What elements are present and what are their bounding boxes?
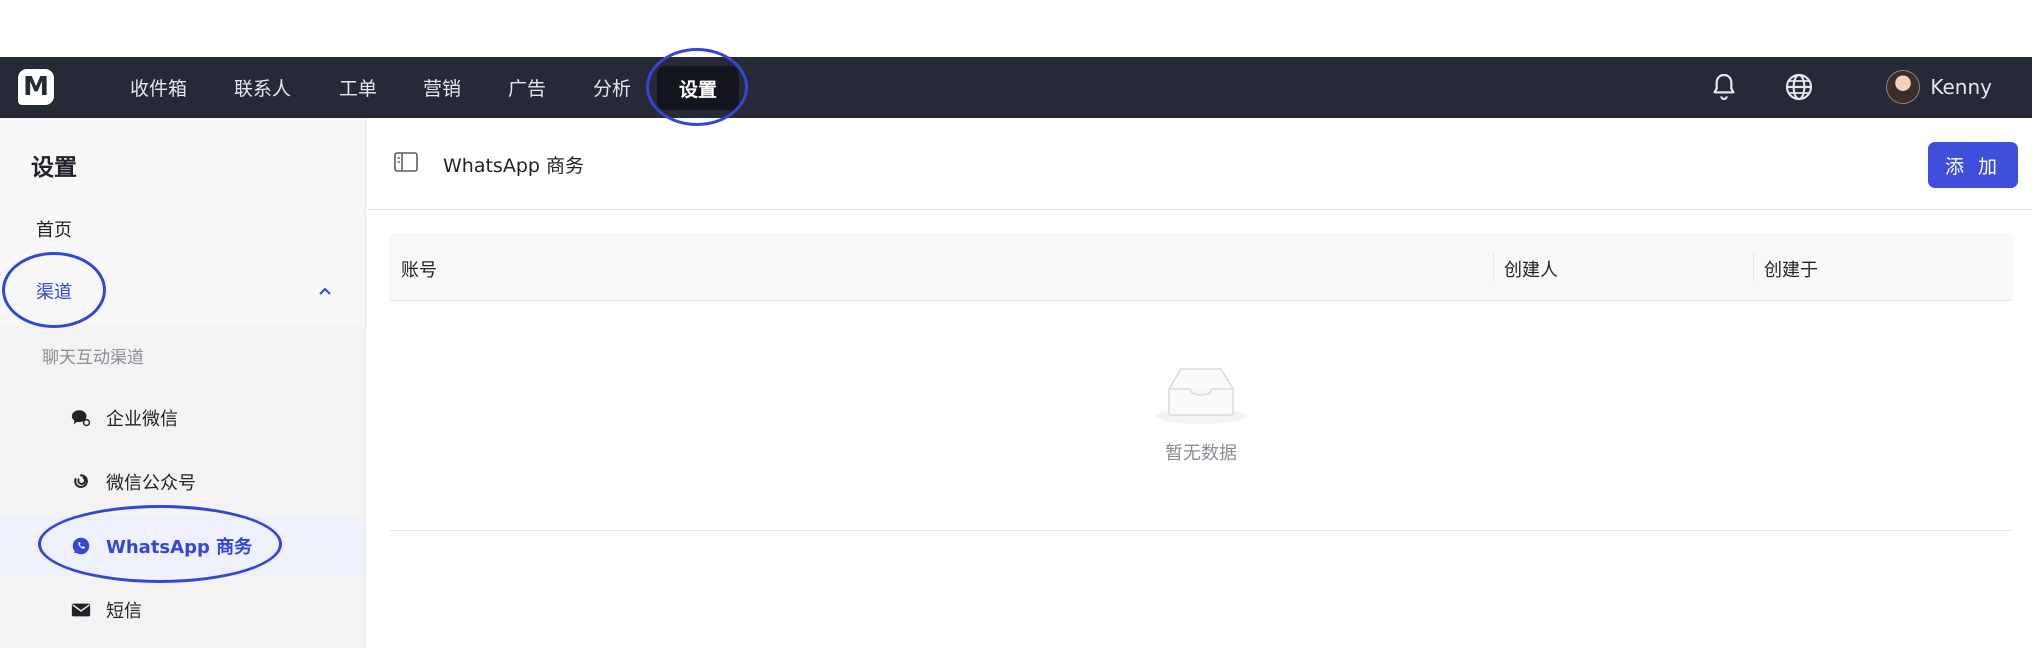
user-name: Kenny <box>1930 75 1992 99</box>
column-header-created-at[interactable]: 创建于 <box>1764 256 1818 282</box>
chevron-up-icon[interactable] <box>318 286 332 296</box>
settings-sidebar: 设置 首页 渠道 聊天互动渠道 企业微信 微信公众号 WhatsApp 商务 短… <box>0 118 366 648</box>
top-navigation-bar: M 收件箱 联系人 工单 营销 广告 分析 设置 Kenny <box>0 57 2032 118</box>
column-header-creator[interactable]: 创建人 <box>1504 256 1558 282</box>
column-header-account[interactable]: 账号 <box>401 256 437 282</box>
sidebar-item-label: 企业微信 <box>106 409 178 430</box>
empty-inbox-icon <box>1155 368 1247 424</box>
nav-item-settings[interactable]: 设置 <box>657 66 740 110</box>
sidebar-item-wechat-official[interactable]: 微信公众号 <box>0 452 365 512</box>
table-header: 账号 创建人 创建于 <box>389 233 2013 301</box>
page-title: WhatsApp 商务 <box>443 155 584 177</box>
nav-item-marketing[interactable]: 营销 <box>423 57 461 118</box>
empty-state-text: 暂无数据 <box>1165 443 1237 464</box>
sidebar-item-sms[interactable]: 短信 <box>0 580 365 640</box>
sidebar-group-channels[interactable]: 渠道 <box>0 274 366 326</box>
user-menu[interactable]: Kenny <box>1886 67 1992 107</box>
main-content: WhatsApp 商务 添 加 账号 创建人 创建于 暂无数据 <box>367 118 2032 648</box>
sidebar-item-whatsapp-business[interactable]: WhatsApp 商务 <box>0 516 365 576</box>
nav-item-tickets[interactable]: 工单 <box>339 57 377 118</box>
wechat-official-icon <box>70 471 92 493</box>
channels-submenu: 聊天互动渠道 企业微信 微信公众号 WhatsApp 商务 短信 <box>0 326 365 648</box>
content-header: WhatsApp 商务 添 加 <box>367 118 2032 210</box>
globe-icon[interactable] <box>1783 71 1815 103</box>
sidebar-item-label: WhatsApp 商务 <box>106 537 253 558</box>
avatar <box>1886 70 1921 104</box>
sidebar-toggle-icon[interactable] <box>394 152 418 172</box>
bell-icon[interactable] <box>1708 71 1740 103</box>
whatsapp-icon <box>70 535 92 557</box>
nav-item-analytics[interactable]: 分析 <box>593 57 631 118</box>
nav-item-inbox[interactable]: 收件箱 <box>130 57 187 118</box>
sidebar-item-home[interactable]: 首页 <box>36 216 72 242</box>
nav-item-ads[interactable]: 广告 <box>508 57 546 118</box>
sidebar-item-wechat-work[interactable]: 企业微信 <box>0 388 365 448</box>
chat-channels-label: 聊天互动渠道 <box>42 348 144 368</box>
sidebar-item-label: 微信公众号 <box>106 473 196 494</box>
app-logo[interactable]: M <box>18 69 54 105</box>
table-body: 暂无数据 <box>389 301 2013 531</box>
nav-item-contacts[interactable]: 联系人 <box>234 57 291 118</box>
wechat-work-icon <box>70 407 92 429</box>
accounts-table: 账号 创建人 创建于 暂无数据 <box>389 233 2013 531</box>
column-divider <box>1753 253 1754 281</box>
sidebar-group-channels-label: 渠道 <box>36 282 72 303</box>
mail-icon <box>70 599 92 621</box>
add-button[interactable]: 添 加 <box>1928 142 2018 188</box>
column-divider <box>1493 253 1494 281</box>
sidebar-title: 设置 <box>31 155 77 181</box>
sidebar-item-label: 短信 <box>106 601 142 622</box>
